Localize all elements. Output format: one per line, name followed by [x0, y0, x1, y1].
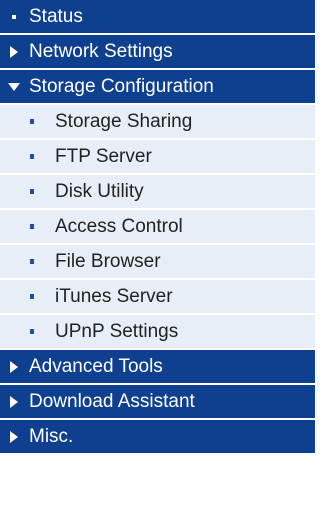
menu-item-label: Network Settings: [29, 40, 173, 62]
bullet-icon: [26, 329, 38, 334]
submenu-item-label: File Browser: [55, 250, 161, 272]
menu-item-network-settings[interactable]: Network Settings: [0, 35, 315, 68]
chevron-right-icon: [7, 395, 21, 408]
bullet-icon: [26, 189, 38, 194]
menu-item-label: Advanced Tools: [29, 355, 163, 377]
menu-item-label: Download Assistant: [29, 390, 195, 412]
submenu-item-access-control[interactable]: Access Control: [0, 210, 315, 243]
submenu-item-file-browser[interactable]: File Browser: [0, 245, 315, 278]
menu-item-status[interactable]: Status: [0, 0, 315, 33]
bullet-icon: [26, 119, 38, 124]
menu-item-label: Storage Configuration: [29, 75, 214, 97]
menu-item-download-assistant[interactable]: Download Assistant: [0, 385, 315, 418]
menu-item-label: Status: [29, 5, 83, 27]
chevron-right-icon: [7, 45, 21, 58]
bullet-icon: [26, 154, 38, 159]
chevron-down-icon: [7, 82, 21, 91]
submenu-item-disk-utility[interactable]: Disk Utility: [0, 175, 315, 208]
menu-item-advanced-tools[interactable]: Advanced Tools: [0, 350, 315, 383]
submenu-item-storage-sharing[interactable]: Storage Sharing: [0, 105, 315, 138]
bullet-icon: [26, 294, 38, 299]
submenu-item-label: Access Control: [55, 215, 183, 237]
bullet-icon: [26, 224, 38, 229]
menu-item-misc[interactable]: Misc.: [0, 420, 315, 453]
chevron-right-icon: [7, 360, 21, 373]
submenu-item-upnp-settings[interactable]: UPnP Settings: [0, 315, 315, 348]
submenu-item-label: Disk Utility: [55, 180, 144, 202]
chevron-right-icon: [7, 430, 21, 443]
submenu-item-label: UPnP Settings: [55, 320, 179, 342]
submenu-item-ftp-server[interactable]: FTP Server: [0, 140, 315, 173]
bullet-icon: [7, 14, 21, 19]
submenu-item-label: iTunes Server: [55, 285, 173, 307]
menu-item-storage-configuration[interactable]: Storage Configuration: [0, 70, 315, 103]
menu-item-label: Misc.: [29, 425, 74, 447]
submenu-item-label: Storage Sharing: [55, 110, 193, 132]
bullet-icon: [26, 259, 38, 264]
submenu-item-label: FTP Server: [55, 145, 152, 167]
submenu-item-itunes-server[interactable]: iTunes Server: [0, 280, 315, 313]
sidebar-menu: Status Network Settings Storage Configur…: [0, 0, 315, 520]
